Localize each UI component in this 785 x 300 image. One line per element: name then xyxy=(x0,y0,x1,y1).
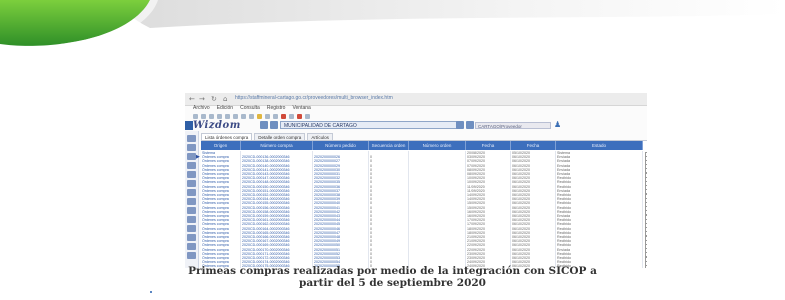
edit-icon[interactable] xyxy=(273,113,278,119)
municipality-select[interactable]: MUNICIPALIDAD DE CARTAGO xyxy=(280,121,458,129)
menu-consulta[interactable]: Consulta xyxy=(240,105,260,112)
toolbar xyxy=(185,112,647,120)
chart-icon[interactable] xyxy=(187,180,196,187)
caption-line-1: Primeas compras realizadas por medio de … xyxy=(188,265,597,277)
user-field[interactable]: CARTAGO\Proveedor xyxy=(475,122,551,129)
lock-icon[interactable] xyxy=(187,243,196,250)
decorative-header-swoosh xyxy=(0,0,785,47)
dropdown-icon[interactable] xyxy=(270,121,278,129)
refresh-icon[interactable] xyxy=(289,113,294,119)
first-record-icon[interactable] xyxy=(209,113,214,119)
settings-icon[interactable] xyxy=(466,121,474,129)
exit-icon[interactable] xyxy=(187,252,196,259)
left-sidebar xyxy=(185,131,199,268)
url-field[interactable]: https://staffmineral-cartago.go.cr/prove… xyxy=(235,95,475,102)
brand-accent-bar xyxy=(185,121,193,130)
exit-icon[interactable] xyxy=(297,113,302,119)
tab-articulos[interactable]: Artículos xyxy=(307,133,333,140)
column-header-1[interactable]: Origen xyxy=(201,141,241,150)
report-icon[interactable] xyxy=(187,171,196,178)
tab-detalle-orden[interactable]: Detalle orden compra xyxy=(254,133,306,140)
menu-edicion[interactable]: Edición xyxy=(217,105,233,112)
column-header-4[interactable]: Secuencia orden xyxy=(369,141,409,150)
reload-icon[interactable]: ↻ xyxy=(211,95,217,103)
row-checkbox[interactable] xyxy=(645,264,647,268)
building-icon xyxy=(260,121,268,129)
slide-marker xyxy=(150,291,152,293)
folder-icon[interactable] xyxy=(257,113,262,119)
settings-icon[interactable] xyxy=(187,216,196,223)
add-icon[interactable] xyxy=(265,113,270,119)
next-record-icon[interactable] xyxy=(225,113,230,119)
menu-ventana[interactable]: Ventana xyxy=(292,105,310,112)
purchase-orders-table: Origen Número compra Número pedido Secuenci… xyxy=(196,140,647,268)
folder-icon[interactable] xyxy=(187,198,196,205)
tab-bar: Lista órdenes compra Detalle orden compr… xyxy=(201,133,401,140)
user-icon[interactable] xyxy=(187,189,196,196)
column-header-2[interactable]: Número compra xyxy=(241,141,313,150)
caption-line-2: partir del 5 de septiembre 2020 xyxy=(298,277,486,289)
search-icon[interactable] xyxy=(241,113,246,119)
help-icon[interactable] xyxy=(187,234,196,241)
home-icon[interactable] xyxy=(187,135,196,142)
filter-icon[interactable] xyxy=(249,113,254,119)
list-icon[interactable] xyxy=(187,144,196,151)
figure-caption: Primeas compras realizadas por medio de … xyxy=(150,265,635,289)
column-header-6[interactable]: Fecha xyxy=(466,141,511,150)
lock-icon: ⌂ xyxy=(223,95,228,103)
help-icon[interactable] xyxy=(305,113,310,119)
user-icon[interactable]: ♟ xyxy=(554,121,563,129)
menu-registro[interactable]: Registro xyxy=(267,105,286,112)
previous-record-icon[interactable] xyxy=(217,113,222,119)
column-header-7[interactable]: Fecha xyxy=(511,141,556,150)
menu-bar: Archivo Edición Consulta Registro Ventan… xyxy=(185,105,647,112)
lookup-icon[interactable] xyxy=(456,121,464,129)
forward-arrow-icon[interactable]: → xyxy=(199,95,205,103)
last-record-icon[interactable] xyxy=(233,113,238,119)
app-screenshot: ← → ↻ ⌂ https://staffmineral-cartago.go.… xyxy=(185,93,647,268)
delete-icon[interactable] xyxy=(281,113,286,119)
column-header-3[interactable]: Número pedido xyxy=(313,141,369,150)
print-icon[interactable] xyxy=(201,113,206,119)
row-pointer-icon: ▶ xyxy=(196,154,200,161)
column-header-8[interactable]: Estado xyxy=(556,141,643,150)
calendar-icon[interactable] xyxy=(187,162,196,169)
mail-icon[interactable] xyxy=(187,207,196,214)
tools-icon[interactable] xyxy=(187,225,196,232)
brand-logo: Wizdom xyxy=(193,120,241,131)
back-arrow-icon[interactable]: ← xyxy=(189,95,195,103)
column-header-5[interactable]: Número orden xyxy=(409,141,466,150)
menu-archivo[interactable]: Archivo xyxy=(193,105,210,112)
save-icon[interactable] xyxy=(193,113,198,119)
document-icon[interactable] xyxy=(187,153,196,160)
tab-lista-ordenes[interactable]: Lista órdenes compra xyxy=(201,133,253,140)
